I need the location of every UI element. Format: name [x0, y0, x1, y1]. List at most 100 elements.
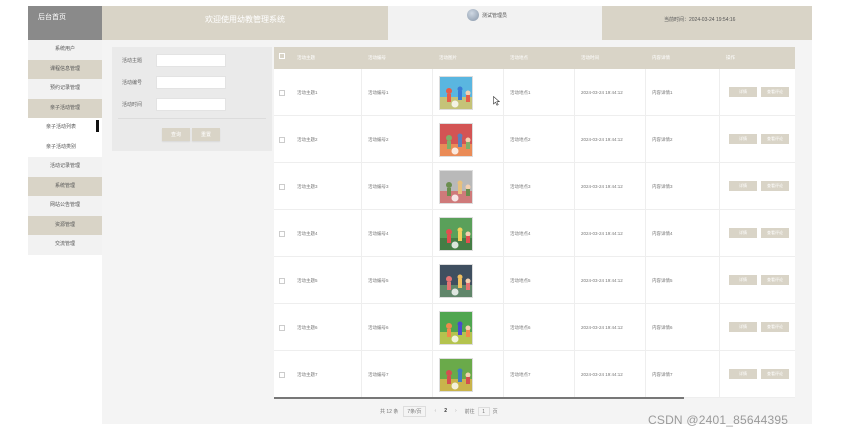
sidebar-item[interactable]: 资源管理 — [28, 215, 102, 235]
review-button[interactable]: 查看评论 — [761, 87, 789, 97]
activity-image[interactable] — [439, 122, 473, 157]
sidebar-item[interactable]: 系统管理 — [28, 176, 102, 196]
detail-cell: 内容详情3 — [652, 183, 673, 189]
row-checkbox[interactable] — [279, 277, 285, 284]
code-input[interactable] — [156, 75, 226, 89]
review-button[interactable]: 查看评论 — [761, 275, 789, 285]
review-button[interactable]: 查看评论 — [761, 322, 789, 332]
detail-cell: 内容详情7 — [652, 371, 673, 377]
code-cell: 活动编号1 — [368, 89, 389, 95]
activity-image[interactable] — [439, 216, 473, 251]
activity-image[interactable] — [439, 357, 473, 392]
column-header: 活动时间 — [581, 55, 599, 60]
column-header: 操作 — [726, 55, 735, 60]
review-button[interactable]: 查看评论 — [761, 134, 789, 144]
avatar[interactable] — [467, 9, 479, 21]
time-input[interactable] — [156, 97, 226, 111]
activity-table: 活动主题 活动编号 活动图片 活动地点 活动时间 内容详情 操作 活动主题1 活动… — [274, 47, 795, 398]
mouse-pointer-icon — [493, 96, 500, 106]
goto-page-input[interactable]: 1 — [477, 406, 490, 416]
review-button[interactable]: 查看评论 — [761, 228, 789, 238]
table-row: 活动主题3 活动编号3 活动地点3 2024-03-24 19:44:12 内容详情3 详… — [274, 163, 795, 210]
reset-button[interactable]: 重置 — [192, 128, 220, 141]
image-cell — [439, 69, 473, 116]
image-cell — [439, 304, 473, 351]
time-cell: 2024-03-24 19:44:12 — [581, 90, 623, 95]
sidebar-item[interactable]: 亲子活动管理 — [28, 98, 102, 118]
sidebar-item[interactable]: 交流管理 — [28, 235, 102, 255]
detail-cell: 内容详情1 — [652, 89, 673, 95]
sidebar-item[interactable]: 预约记录管理 — [28, 79, 102, 99]
row-checkbox[interactable] — [279, 230, 285, 237]
theme-cell: 活动主题6 — [297, 324, 318, 330]
next-page-button[interactable]: › — [455, 408, 457, 414]
review-button[interactable]: 查看评论 — [761, 369, 789, 379]
table-row: 活动主题2 活动编号2 活动地点2 2024-03-24 19:44:12 内容详情2 详… — [274, 116, 795, 163]
sidebar-item[interactable]: 网站公告管理 — [28, 196, 102, 216]
row-checkbox[interactable] — [279, 136, 285, 143]
detail-button[interactable]: 详情 — [729, 87, 757, 97]
sidebar-item[interactable]: 系统用户 — [28, 40, 102, 60]
theme-input[interactable] — [156, 53, 226, 67]
detail-cell: 内容详情4 — [652, 230, 673, 236]
detail-button[interactable]: 详情 — [729, 134, 757, 144]
place-cell: 活动地点6 — [510, 324, 531, 330]
activity-image[interactable] — [439, 169, 473, 204]
theme-cell: 活动主题7 — [297, 371, 318, 377]
activity-image[interactable] — [439, 310, 473, 345]
field-label: 活动编号 — [122, 79, 143, 86]
time-cell: 2024-03-24 19:44:12 — [581, 184, 623, 189]
row-checkbox[interactable] — [279, 371, 285, 378]
theme-cell: 活动主题1 — [297, 89, 318, 95]
total-count: 共 12 条 — [380, 408, 399, 415]
time-cell: 2024-03-24 19:44:12 — [581, 137, 623, 142]
row-checkbox[interactable] — [279, 183, 285, 190]
current-page[interactable]: 2 — [444, 408, 447, 414]
prev-page-button[interactable]: ‹ — [435, 408, 437, 414]
theme-cell: 活动主题5 — [297, 277, 318, 283]
select-cell — [279, 69, 285, 116]
place-cell: 活动地点1 — [510, 89, 531, 95]
divider — [118, 118, 266, 119]
sidebar-item[interactable]: 亲子活动列表 — [28, 118, 102, 138]
detail-cell: 内容详情6 — [652, 324, 673, 330]
place-cell: 活动地点5 — [510, 277, 531, 283]
field-label: 活动时间 — [122, 101, 143, 108]
goto-label: 前往 — [464, 408, 475, 415]
column-header: 活动主题 — [297, 55, 315, 60]
table-scrollbar[interactable] — [274, 397, 684, 399]
select-all-checkbox[interactable] — [279, 47, 285, 69]
place-cell: 活动地点2 — [510, 136, 531, 142]
detail-button[interactable]: 详情 — [729, 322, 757, 332]
table-row: 活动主题6 活动编号6 活动地点6 2024-03-24 19:44:12 内容详情6 详… — [274, 304, 795, 351]
theme-cell: 活动主题4 — [297, 230, 318, 236]
activity-image[interactable] — [439, 263, 473, 298]
page-size-select[interactable]: 7条/页 — [403, 405, 426, 417]
user-panel[interactable]: 测试管理员 — [388, 6, 602, 40]
code-cell: 活动编号3 — [368, 183, 389, 189]
review-button[interactable]: 查看评论 — [761, 181, 789, 191]
detail-button[interactable]: 详情 — [729, 228, 757, 238]
time-cell: 2024-03-24 19:44:12 — [581, 372, 623, 377]
current-time: 当前时间：2024-03-24 19:54:16 — [664, 17, 736, 23]
brand-home-link[interactable]: 后台首页 — [28, 6, 102, 40]
detail-button[interactable]: 详情 — [729, 369, 757, 379]
select-cell — [279, 257, 285, 304]
sidebar-item[interactable]: 活动记录管理 — [28, 157, 102, 177]
detail-cell: 内容详情2 — [652, 136, 673, 142]
table-row: 活动主题7 活动编号7 活动地点7 2024-03-24 19:44:12 内容详情7 详… — [274, 351, 795, 398]
detail-button[interactable]: 详情 — [729, 181, 757, 191]
sidebar-item[interactable]: 亲子活动类别 — [28, 137, 102, 157]
row-checkbox[interactable] — [279, 89, 285, 96]
table-row: 活动主题1 活动编号1 活动地点1 2024-03-24 19:44:12 内容详情1 详… — [274, 69, 795, 116]
row-checkbox[interactable] — [279, 324, 285, 331]
code-cell: 活动编号6 — [368, 324, 389, 330]
place-cell: 活动地点7 — [510, 371, 531, 377]
sidebar-item[interactable]: 课程信息管理 — [28, 59, 102, 79]
query-button[interactable]: 查询 — [162, 128, 190, 141]
code-cell: 活动编号5 — [368, 277, 389, 283]
table-header: 活动主题 活动编号 活动图片 活动地点 活动时间 内容详情 操作 — [274, 47, 795, 69]
select-cell — [279, 163, 285, 210]
activity-image[interactable] — [439, 75, 473, 110]
detail-button[interactable]: 详情 — [729, 275, 757, 285]
